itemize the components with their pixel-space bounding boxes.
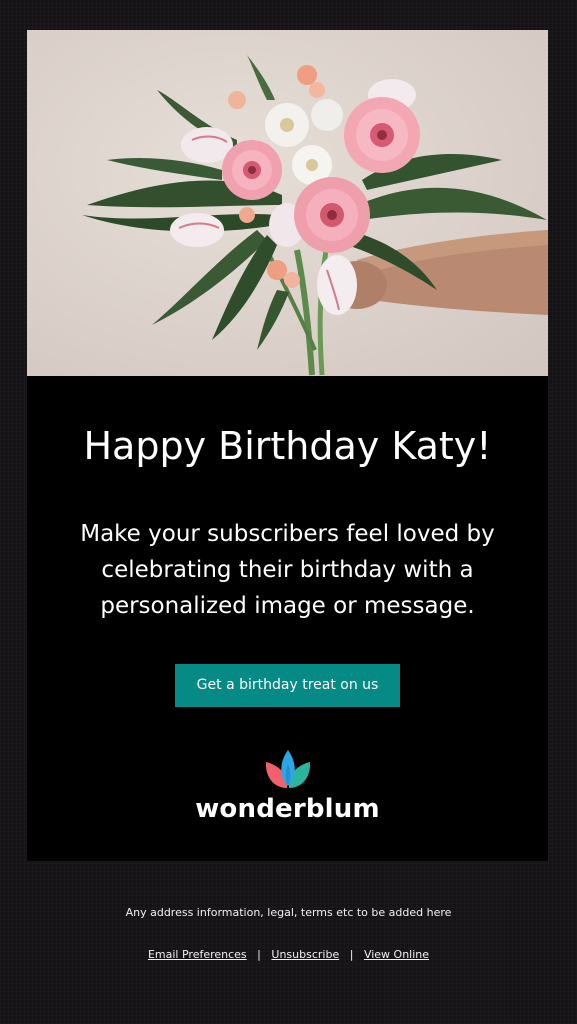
email-preferences-link[interactable]: Email Preferences — [148, 948, 247, 961]
email-body-text: Make your subscribers feel loved by cele… — [80, 521, 495, 619]
birthday-treat-button[interactable]: Get a birthday treat on us — [175, 664, 400, 707]
lotus-logo-icon — [265, 750, 310, 788]
brand-name: wonderblum — [195, 794, 380, 824]
email-card: Happy Birthday Katy! Make your subscribe… — [27, 30, 548, 861]
footer: Any address information, legal, terms et… — [0, 905, 577, 963]
footer-separator: | — [349, 948, 354, 961]
view-online-link[interactable]: View Online — [364, 948, 429, 961]
email-headline: Happy Birthday Katy! — [83, 424, 492, 468]
unsubscribe-link[interactable]: Unsubscribe — [271, 948, 339, 961]
footer-separator: | — [257, 948, 261, 961]
brand-logo[interactable]: wonderblum — [27, 748, 548, 824]
hero-image — [27, 30, 548, 376]
footer-legal-note: Any address information, legal, terms et… — [125, 906, 452, 919]
footer-links: Email Preferences | Unsubscribe | View O… — [0, 947, 577, 963]
